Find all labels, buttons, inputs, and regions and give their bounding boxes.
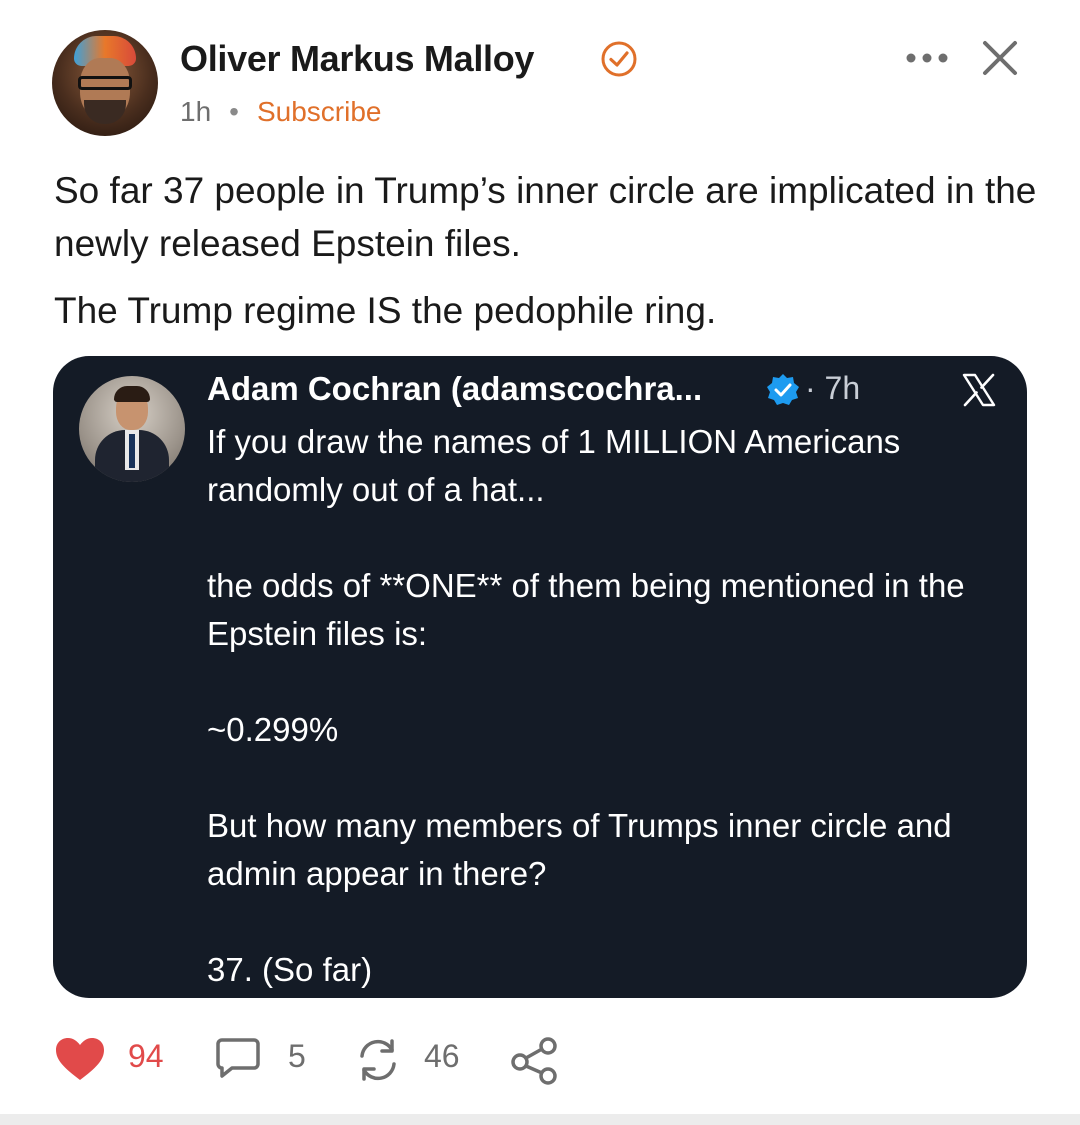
post-meta: 1h • Subscribe — [180, 96, 381, 128]
embedded-post-card[interactable]: Adam Cochran (adamscochra... · 7h If you… — [53, 356, 1027, 998]
like-count: 94 — [128, 1038, 164, 1074]
verified-check-icon — [601, 41, 637, 77]
post-header: Oliver Markus Malloy 1h • Subscribe — [52, 30, 1032, 140]
more-horizontal-icon[interactable] — [904, 48, 950, 68]
blue-verified-icon — [767, 374, 799, 405]
embedded-paragraph: If you draw the names of 1 MILLION Ameri… — [207, 423, 901, 508]
action-bar: 94 5 46 — [54, 1030, 654, 1086]
subscribe-link[interactable]: Subscribe — [257, 96, 382, 127]
post-paragraph: So far 37 people in Trump’s inner circle… — [54, 170, 1037, 264]
restack-arrows-icon — [360, 1039, 396, 1081]
author-name[interactable]: Oliver Markus Malloy — [180, 38, 534, 80]
embedded-paragraph: But how many members of Trumps inner cir… — [207, 807, 952, 892]
like-button[interactable]: 94 — [54, 1030, 174, 1086]
close-icon[interactable] — [980, 38, 1020, 78]
post-body: So far 37 people in Trump’s inner circle… — [54, 164, 1054, 351]
post-time: 1h — [180, 96, 212, 127]
embedded-post-time: · 7h — [805, 370, 861, 406]
restack-button[interactable]: 46 — [354, 1030, 484, 1086]
embedded-paragraph: ~0.299% — [207, 711, 339, 748]
post-paragraph: The Trump regime IS the pedophile ring. — [54, 290, 717, 331]
comment-bubble-icon — [216, 1038, 260, 1078]
embedded-post-text: If you draw the names of 1 MILLION Ameri… — [207, 418, 1007, 1042]
comment-button[interactable]: 5 — [216, 1030, 316, 1086]
embedded-paragraph: 37. (So far) — [207, 951, 373, 988]
comment-count: 5 — [288, 1038, 306, 1074]
bottom-divider — [0, 1114, 1080, 1125]
author-avatar[interactable] — [52, 30, 158, 136]
restack-count: 46 — [424, 1038, 460, 1074]
meta-separator: • — [229, 96, 239, 127]
embedded-author-avatar — [79, 376, 185, 482]
share-icon — [511, 1037, 557, 1085]
share-button[interactable] — [510, 1030, 566, 1086]
x-logo-icon — [962, 373, 996, 407]
heart-icon — [56, 1038, 104, 1080]
embedded-paragraph: the odds of **ONE** of them being mentio… — [207, 567, 965, 652]
embedded-author-name: Adam Cochran (adamscochra... — [207, 370, 703, 407]
